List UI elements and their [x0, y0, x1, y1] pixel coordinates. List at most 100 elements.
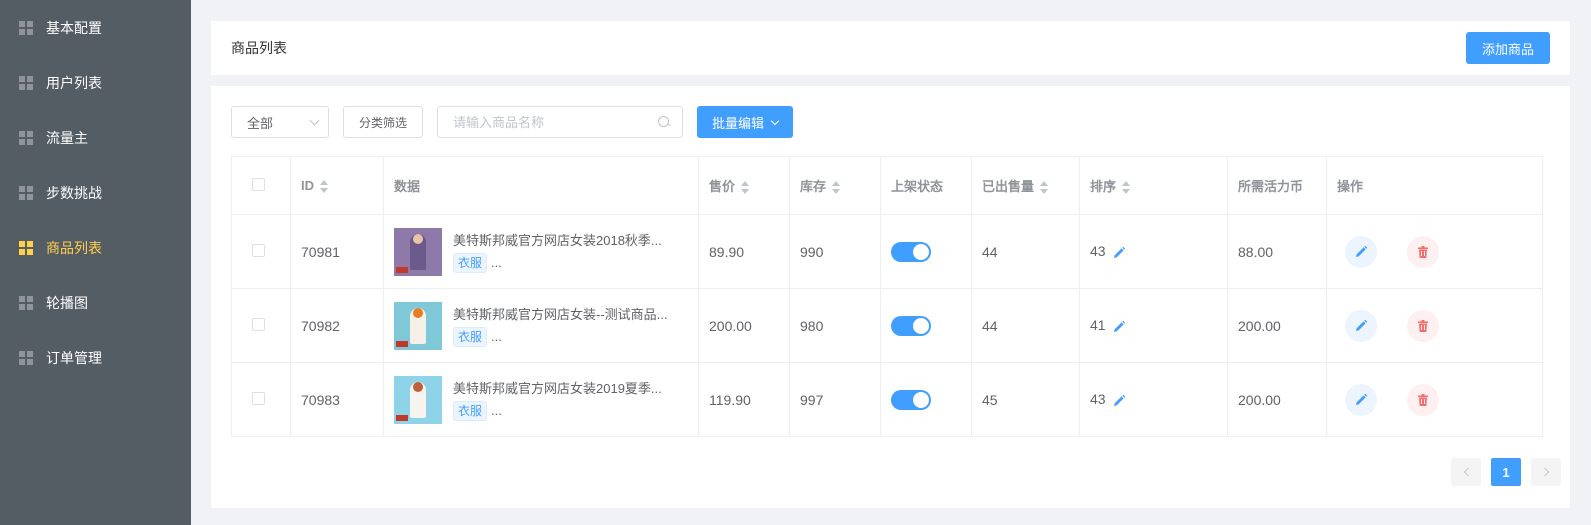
row-select-cell — [231, 288, 291, 363]
pencil-icon[interactable] — [1112, 246, 1126, 260]
grid-icon — [19, 240, 33, 255]
table-header-row: ID 数据 售价 库存 上架状态 已出售量 排序 所需活力币 操作 — [231, 156, 1543, 215]
pagination: 1 — [1441, 458, 1561, 486]
trash-icon — [1417, 393, 1428, 406]
column-header-id[interactable]: ID — [290, 156, 384, 215]
column-header-stock[interactable]: 库存 — [789, 156, 881, 215]
product-name: 美特斯邦威官方网店女装2019夏季... — [453, 380, 662, 396]
row-checkbox[interactable] — [252, 243, 265, 257]
row-checkbox[interactable] — [252, 317, 265, 331]
stock-cell: 990 — [789, 214, 881, 289]
on-sale-toggle[interactable] — [891, 241, 931, 262]
category-filter-button[interactable]: 分类筛选 — [343, 106, 424, 138]
more-text: ... — [491, 402, 502, 418]
more-text: ... — [491, 328, 502, 344]
chevron-right-icon — [1540, 467, 1549, 477]
price-cell: 200.00 — [698, 288, 790, 363]
column-label: 已出售量 — [982, 179, 1035, 194]
sidebar-item-user-list[interactable]: 用户列表 — [0, 55, 191, 110]
row-select-cell — [231, 214, 291, 289]
grid-icon — [19, 185, 33, 200]
category-tag: 衣服 — [453, 400, 488, 421]
column-label: ID — [301, 177, 314, 193]
sidebar-item-step-challenge[interactable]: 步数挑战 — [0, 165, 191, 220]
pencil-icon[interactable] — [1112, 320, 1126, 334]
batch-edit-button[interactable]: 批量编辑 — [697, 106, 794, 138]
column-header-actions: 操作 — [1326, 156, 1543, 215]
column-header-status: 上架状态 — [880, 156, 972, 215]
sidebar-item-traffic[interactable]: 流量主 — [0, 110, 191, 165]
coins-cell: 88.00 — [1227, 214, 1327, 289]
search-icon[interactable] — [658, 116, 670, 128]
search-input[interactable] — [453, 114, 654, 130]
category-tag: 衣服 — [453, 252, 488, 273]
stock-cell: 980 — [789, 288, 881, 363]
table-row: 70983 美特斯邦威官方网店女装2019夏季... 衣服... 119.90 … — [231, 362, 1543, 437]
trash-icon — [1417, 319, 1428, 332]
sort-cell: 41 — [1079, 288, 1228, 363]
sort-cell: 43 — [1079, 214, 1228, 289]
select-all-cell — [231, 156, 291, 215]
select-all-checkbox[interactable] — [252, 177, 265, 191]
product-thumbnail[interactable] — [394, 375, 442, 424]
add-product-button[interactable]: 添加商品 — [1465, 32, 1550, 64]
grid-icon — [19, 20, 33, 35]
row-checkbox[interactable] — [252, 391, 265, 405]
price-cell: 89.90 — [698, 214, 790, 289]
coins-cell: 200.00 — [1227, 288, 1327, 363]
product-thumbnail[interactable] — [394, 227, 442, 276]
sort-icon[interactable] — [741, 181, 750, 195]
column-header-sold[interactable]: 已出售量 — [971, 156, 1080, 215]
on-sale-toggle[interactable] — [891, 389, 931, 410]
product-thumbnail[interactable] — [394, 301, 442, 350]
id-cell: 70983 — [290, 362, 384, 437]
column-header-price[interactable]: 售价 — [698, 156, 790, 215]
column-header-sort[interactable]: 排序 — [1079, 156, 1228, 215]
data-cell: 美特斯邦威官方网店女装2018秋季... 衣服... — [383, 214, 699, 289]
id-cell: 70982 — [290, 288, 384, 363]
column-header-data: 数据 — [383, 156, 699, 215]
sort-icon[interactable] — [1040, 181, 1049, 195]
column-label: 数据 — [394, 179, 421, 194]
table-row: 70982 美特斯邦威官方网店女装--测试商品... 衣服... 200.00 … — [231, 288, 1543, 363]
page-number-button[interactable]: 1 — [1491, 458, 1521, 486]
column-header-coins: 所需活力币 — [1227, 156, 1327, 215]
price-cell: 119.90 — [698, 362, 790, 437]
sidebar-item-carousel[interactable]: 轮播图 — [0, 275, 191, 330]
sidebar-item-label: 订单管理 — [46, 349, 102, 366]
sidebar-item-label: 流量主 — [46, 129, 88, 146]
sort-icon[interactable] — [320, 180, 328, 194]
delete-button[interactable] — [1406, 383, 1439, 416]
page-header: 商品列表 添加商品 — [211, 21, 1570, 75]
product-table: ID 数据 售价 库存 上架状态 已出售量 排序 所需活力币 操作 70981 — [231, 156, 1543, 437]
next-page-button[interactable] — [1531, 458, 1561, 486]
sidebar-item-label: 商品列表 — [46, 239, 102, 256]
prev-page-button[interactable] — [1451, 458, 1481, 486]
edit-button[interactable] — [1345, 383, 1377, 416]
sold-cell: 44 — [971, 214, 1080, 289]
chevron-down-icon — [309, 115, 320, 125]
product-name: 美特斯邦威官方网店女装2018秋季... — [453, 232, 662, 248]
edit-button[interactable] — [1345, 235, 1377, 268]
page-title: 商品列表 — [231, 40, 287, 56]
category-tag: 衣服 — [453, 326, 488, 347]
actions-cell — [1326, 362, 1543, 437]
sort-value: 43 — [1090, 243, 1106, 260]
column-label: 库存 — [800, 179, 827, 194]
pencil-icon — [1356, 319, 1368, 331]
pencil-icon[interactable] — [1112, 394, 1126, 408]
toolbar: 全部 分类筛选 批量编辑 — [231, 106, 794, 138]
data-cell: 美特斯邦威官方网店女装--测试商品... 衣服... — [383, 288, 699, 363]
on-sale-toggle[interactable] — [891, 315, 931, 336]
sort-icon[interactable] — [1122, 181, 1131, 195]
sidebar-item-product-list[interactable]: 商品列表 — [0, 220, 191, 275]
sidebar-item-label: 轮播图 — [46, 294, 88, 311]
sidebar-item-orders[interactable]: 订单管理 — [0, 330, 191, 385]
sort-icon[interactable] — [832, 181, 841, 195]
delete-button[interactable] — [1406, 235, 1439, 268]
sidebar-item-basic-config[interactable]: 基本配置 — [0, 0, 191, 55]
edit-button[interactable] — [1345, 309, 1377, 342]
delete-button[interactable] — [1406, 309, 1439, 342]
status-select[interactable]: 全部 — [231, 106, 329, 138]
column-label: 售价 — [709, 179, 736, 194]
